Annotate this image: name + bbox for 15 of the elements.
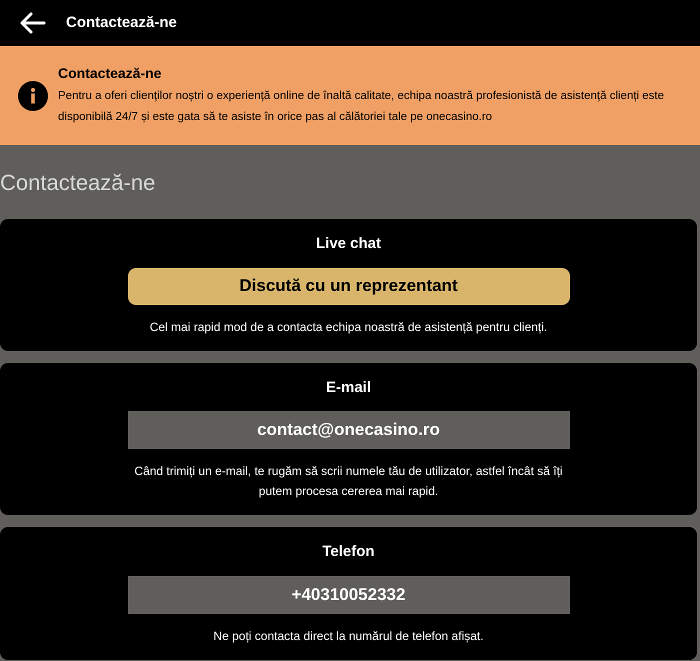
card-note: Când trimiți un e-mail, te rugăm să scrii numele tău de utilizator, astfel încât să îți putem procesa cererea mai rapid. — [133, 463, 564, 500]
card-title: Live chat — [316, 234, 382, 254]
banner-title: Contactează-ne — [58, 64, 162, 83]
chat-button[interactable]: Discută cu un reprezentant — [128, 268, 570, 304]
card-title: Telefon — [322, 542, 375, 562]
contact-value: contact@onecasino.ro — [128, 411, 570, 449]
back-icon[interactable] — [20, 12, 46, 34]
card-note: Cel mai rapid mod de a contacta echipa noastră de asistență pentru clienți. — [148, 318, 548, 336]
info-icon — [18, 80, 48, 110]
contact-value: +40310052332 — [128, 576, 570, 614]
card-note: Ne poți contacta direct la numărul de telefon afișat. — [212, 628, 485, 644]
page-title: Contactează-ne — [0, 168, 156, 196]
header-title: Contactează-ne — [66, 12, 177, 33]
card-title: E-mail — [326, 378, 371, 398]
banner-text: Pentru a oferi clienților noștri o experiență online de înaltă calitate, echipa noastră profesionistă de asistență clienți este disponibilă 24/7 și este gata să te asiste în orice pas al călătoriei tale pe onecasino.ro — [58, 89, 666, 125]
